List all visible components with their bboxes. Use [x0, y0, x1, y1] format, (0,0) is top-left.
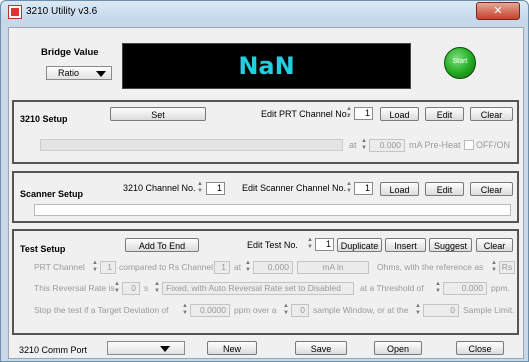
limit-spinner[interactable]: ▲ ▼ — [414, 303, 422, 317]
reference-value[interactable]: Rs — [499, 261, 515, 274]
edit-test-label: Edit Test No. — [247, 240, 298, 250]
scanner-title: Scanner Setup — [20, 189, 84, 199]
preheat-checkbox[interactable] — [464, 140, 474, 150]
threshold-ppm-label: ppm. — [491, 283, 510, 293]
scanner-panel: Scanner Setup 3210 Channel No. ▲ ▼ 1 Edit… — [12, 171, 519, 223]
compared-label: compared to Rs Channel — [119, 262, 214, 272]
app-window: 3210 Utility v3.6 ✕ Bridge Value Ratio N… — [0, 0, 529, 362]
window-label: sample Window, or at the — [313, 305, 409, 315]
setup3210-panel: 3210 Setup Set Edit PRT Channel No. ▲ ▼ 1… — [12, 100, 519, 164]
threshold-value[interactable]: 0.000 — [443, 282, 487, 295]
test-no-input[interactable]: 1 — [315, 238, 334, 251]
test-clear-button[interactable]: Clear — [476, 238, 513, 252]
bridge-mode-select[interactable]: Ratio — [46, 66, 112, 80]
title-bar: 3210 Utility v3.6 ✕ — [1, 1, 528, 22]
start-button[interactable]: Start — [444, 47, 476, 79]
window-spinner[interactable]: ▲ ▼ — [282, 303, 290, 317]
edit-scanner-input[interactable]: 1 — [354, 182, 373, 195]
test-prt-value[interactable]: 1 — [100, 261, 116, 274]
preheat-unit: mA Pre-Heat — [409, 140, 461, 150]
prt-channel-spinner[interactable]: ▲ ▼ — [345, 106, 353, 120]
add-to-end-button[interactable]: Add To End — [125, 238, 199, 252]
set-button[interactable]: Set — [110, 107, 206, 121]
prt-edit-button[interactable]: Edit — [425, 107, 464, 121]
current-value[interactable]: 0.000 — [253, 261, 293, 274]
auto-reversal-spinner[interactable]: ▲ ▼ — [153, 281, 161, 295]
close-icon: ✕ — [493, 4, 503, 17]
prt-load-button[interactable]: Load — [380, 107, 419, 121]
threshold-spinner[interactable]: ▲ ▼ — [434, 281, 442, 295]
close-button[interactable]: Close — [456, 341, 504, 355]
target-deviation-label: Stop the test if a Target Deviation of — [34, 305, 169, 315]
chevron-down-icon — [96, 71, 106, 77]
limit-label: Sample Limit. — [463, 305, 515, 315]
chevron-down-icon — [160, 346, 170, 352]
open-button[interactable]: Open — [374, 341, 422, 355]
reference-spinner[interactable]: ▲ ▼ — [490, 260, 498, 274]
test-prt-spinner[interactable]: ▲ ▼ — [91, 260, 99, 274]
edit-scanner-spinner[interactable]: ▲ ▼ — [345, 181, 353, 195]
window-title: 3210 Utility v3.6 — [26, 6, 98, 17]
comm-port-select[interactable] — [107, 341, 185, 355]
bridge-value-display: NaN — [238, 52, 295, 80]
ohms-label: Ohms, with the reference as — [377, 262, 484, 272]
prt-channel-input[interactable]: 1 — [354, 107, 373, 120]
test-no-spinner[interactable]: ▲ ▼ — [306, 237, 314, 251]
threshold-label: at a Threshold of — [360, 283, 424, 293]
edit-scanner-label: Edit Scanner Channel No. — [242, 183, 347, 193]
reversal-rate-value[interactable]: 0 — [122, 282, 140, 295]
seconds-label: s — [144, 283, 149, 293]
deviation-spinner[interactable]: ▲ ▼ — [181, 303, 189, 317]
bridge-display: NaN — [122, 43, 411, 89]
current-unit-field[interactable]: mA in — [297, 261, 369, 274]
app-icon — [8, 5, 22, 19]
duplicate-button[interactable]: Duplicate — [337, 238, 382, 252]
preheat-at-label: at — [349, 140, 357, 150]
suggest-button[interactable]: Suggest — [429, 238, 472, 252]
new-button[interactable]: New — [207, 341, 257, 355]
bridge-mode-value: Ratio — [58, 68, 80, 78]
current-spinner[interactable]: ▲ ▼ — [244, 260, 252, 274]
scanner-channel-spinner[interactable]: ▲ ▼ — [196, 181, 204, 195]
deviation-value[interactable]: 0.0000 — [190, 304, 230, 317]
scanner-edit-button[interactable]: Edit — [425, 182, 464, 196]
window-close-button[interactable]: ✕ — [476, 2, 520, 20]
start-label: Start — [452, 58, 468, 65]
insert-button[interactable]: Insert — [385, 238, 426, 252]
reversal-rate-spinner[interactable]: ▲ ▼ — [113, 281, 121, 295]
test-panel: Test Setup Add To End Edit Test No. ▲ ▼ 1… — [12, 229, 519, 335]
scanner-channel-input[interactable]: 1 — [206, 182, 225, 195]
edit-prt-label: Edit PRT Channel No. — [261, 109, 350, 119]
comm-port-label: 3210 Comm Port — [19, 345, 88, 355]
ppm-over-label: ppm over a — [234, 305, 277, 315]
test-rs-value[interactable]: 1 — [214, 261, 230, 274]
scanner-clear-button[interactable]: Clear — [470, 182, 513, 196]
setup3210-title: 3210 Setup — [20, 114, 68, 124]
reversal-rate-label: This Reversal Rate is — [34, 283, 115, 293]
window-value[interactable]: 0 — [291, 304, 309, 317]
scanner-list-field[interactable] — [34, 204, 511, 216]
scanner-load-button[interactable]: Load — [380, 182, 419, 196]
auto-reversal-field[interactable]: Fixed, with Auto Reversal Rate set to Di… — [162, 282, 354, 295]
prt-clear-button[interactable]: Clear — [470, 107, 513, 121]
preheat-off-on-label: OFF/ON — [476, 140, 510, 150]
limit-value[interactable]: 0 — [423, 304, 459, 317]
bridge-value-label: Bridge Value — [41, 47, 99, 58]
client-area: Bridge Value Ratio NaN Start 3210 Setup … — [8, 27, 524, 359]
test-title: Test Setup — [20, 244, 66, 254]
prt-channel-label: PRT Channel — [34, 262, 85, 272]
current-at-label: at — [234, 262, 242, 272]
preheat-spinner[interactable]: ▲ ▼ — [360, 138, 368, 152]
preheat-value[interactable]: 0.000 — [369, 139, 405, 152]
scanner-3210-channel-label: 3210 Channel No. — [123, 183, 196, 193]
prt-status-bar — [40, 139, 343, 151]
save-button[interactable]: Save — [295, 341, 347, 355]
